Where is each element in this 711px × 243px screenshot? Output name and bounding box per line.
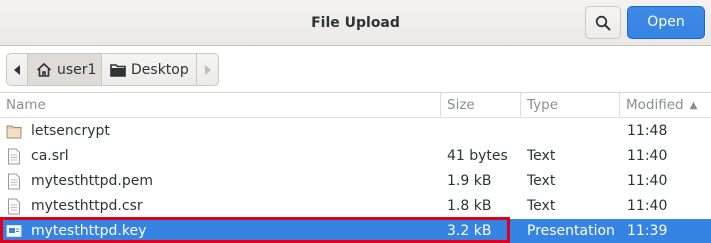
open-button[interactable]: Open (627, 6, 705, 39)
path-forward-button[interactable] (197, 53, 219, 86)
path-crumb-label: Desktop (131, 61, 189, 78)
column-header-modified[interactable]: Modified ▲ (620, 93, 711, 118)
file-name: letsencrypt (31, 123, 110, 139)
column-header-type[interactable]: Type (521, 93, 620, 118)
file-type: Text (527, 173, 556, 189)
path-crumb-desktop[interactable]: Desktop (102, 53, 197, 86)
arrow-left-icon (14, 64, 20, 75)
file-size: 41 bytes (447, 148, 508, 164)
file-size: 1.9 kB (447, 173, 492, 189)
file-row[interactable]: ca.srl 41 bytes Text 11:40 (0, 144, 711, 169)
path-crumb-label: user1 (57, 61, 97, 78)
column-header-size[interactable]: Size (441, 93, 521, 118)
file-name: mytesthttpd.csr (31, 198, 143, 214)
home-icon (36, 62, 52, 77)
file-name: ca.srl (31, 148, 69, 164)
path-back-button[interactable] (6, 53, 28, 86)
annotation-highlight-box (0, 217, 510, 243)
folder-icon (6, 125, 22, 139)
folder-icon (110, 63, 126, 77)
text-file-icon (8, 198, 20, 215)
text-file-icon (8, 173, 20, 190)
header-bar: File Upload Open (0, 0, 711, 46)
file-modified: 11:40 (627, 148, 668, 164)
arrow-right-icon (204, 64, 211, 75)
search-button[interactable] (585, 6, 621, 39)
column-header-label: Modified (626, 96, 684, 113)
file-modified: 11:40 (627, 198, 668, 214)
file-type: Text (527, 198, 556, 214)
search-icon (595, 15, 611, 30)
file-row[interactable]: letsencrypt 11:48 (0, 119, 711, 144)
file-row[interactable]: mytesthttpd.csr 1.8 kB Text 11:40 (0, 194, 711, 219)
file-type: Text (527, 148, 556, 164)
file-name: mytesthttpd.pem (31, 173, 154, 189)
file-modified: 11:48 (627, 123, 668, 139)
text-file-icon (8, 148, 20, 165)
file-modified: 11:40 (627, 173, 668, 189)
path-bar: user1 Desktop (6, 53, 219, 86)
path-crumb-home[interactable]: user1 (28, 53, 102, 86)
file-type: Presentation (527, 223, 615, 239)
file-row[interactable]: mytesthttpd.pem 1.9 kB Text 11:40 (0, 169, 711, 194)
sort-ascending-icon: ▲ (689, 99, 698, 111)
column-header-name[interactable]: Name (0, 93, 441, 118)
file-modified: 11:39 (627, 223, 668, 239)
file-size: 1.8 kB (447, 198, 492, 214)
